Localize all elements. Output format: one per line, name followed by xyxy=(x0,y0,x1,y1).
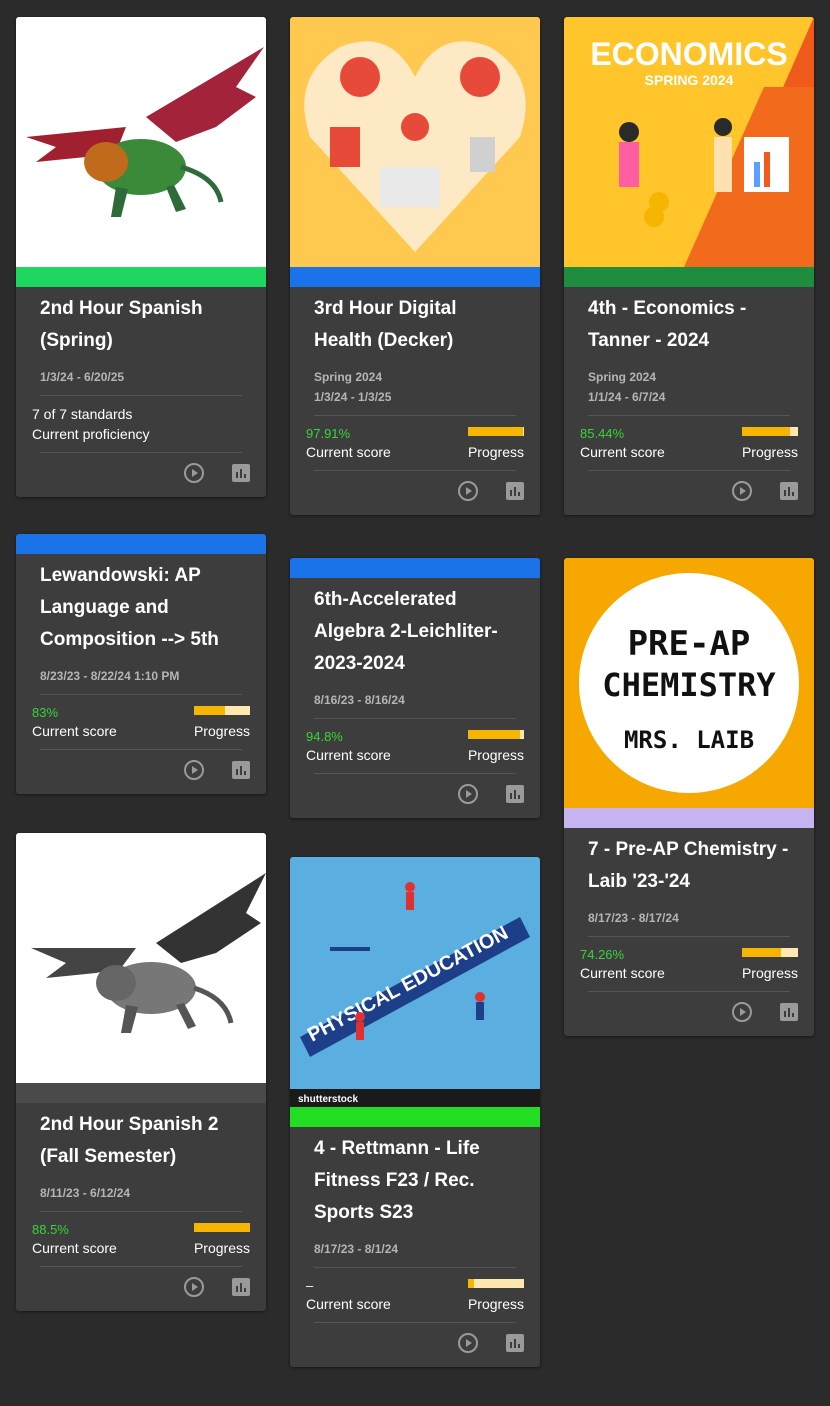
current-score-label: Current score xyxy=(306,1296,391,1312)
current-score-label: Current score xyxy=(306,747,391,763)
color-band xyxy=(16,1083,266,1103)
proficiency-label: Current proficiency xyxy=(32,426,150,442)
color-band xyxy=(16,267,266,287)
bar-chart-icon[interactable] xyxy=(232,761,250,779)
play-icon[interactable] xyxy=(732,481,752,501)
color-band xyxy=(564,267,814,287)
course-dates: 8/17/23 - 8/17/24 xyxy=(588,911,679,925)
progress-bar xyxy=(468,730,524,739)
course-image xyxy=(16,833,266,1083)
progress-bar xyxy=(194,706,250,715)
progress-label: Progress xyxy=(741,965,798,981)
current-score-value: 94.8% xyxy=(306,729,343,744)
bar-chart-icon[interactable] xyxy=(506,482,524,500)
progress-label: Progress xyxy=(467,747,524,763)
progress-label: Progress xyxy=(193,1240,250,1256)
current-score-label: Current score xyxy=(32,723,117,739)
course-card[interactable]: Lewandowski: AP Language and Composition… xyxy=(16,534,266,794)
course-term: Spring 2024 xyxy=(588,370,657,384)
image-text: PHYSICAL EDUCATION xyxy=(304,922,512,1046)
current-score-value: 97.91% xyxy=(306,426,351,441)
current-score-value: 74.26% xyxy=(580,947,625,962)
color-band xyxy=(290,267,540,287)
course-card[interactable]: PHYSICAL EDUCATION shutterstock 4 - Rett… xyxy=(290,857,540,1367)
course-image xyxy=(16,17,266,267)
bar-chart-icon[interactable] xyxy=(506,785,524,803)
image-credit: shutterstock xyxy=(298,1094,358,1105)
color-band xyxy=(16,534,266,554)
course-dates: 8/23/23 - 8/22/24 1:10 PM xyxy=(40,669,180,683)
play-icon[interactable] xyxy=(458,481,478,501)
course-dates: 1/3/24 - 1/3/25 xyxy=(314,390,392,404)
current-score-label: Current score xyxy=(580,444,665,460)
course-card[interactable]: 2nd Hour Spanish (Spring) 1/3/24 - 6/20/… xyxy=(16,17,266,497)
progress-label: Progress xyxy=(467,1296,524,1312)
image-line-2: CHEMISTRY xyxy=(602,666,776,704)
play-icon[interactable] xyxy=(458,784,478,804)
course-title[interactable]: 6th-Accelerated Algebra 2-Leichliter-202… xyxy=(306,580,524,680)
bar-chart-icon[interactable] xyxy=(232,1278,250,1296)
play-icon[interactable] xyxy=(184,463,204,483)
course-card[interactable]: 2nd Hour Spanish 2 (Fall Semester) 8/11/… xyxy=(16,833,266,1311)
current-score-value: – xyxy=(306,1278,314,1293)
progress-bar xyxy=(468,1279,524,1288)
course-title[interactable]: 4 - Rettmann - Life Fitness F23 / Rec. S… xyxy=(306,1129,524,1229)
progress-bar xyxy=(742,427,798,436)
course-card[interactable]: 6th-Accelerated Algebra 2-Leichliter-202… xyxy=(290,558,540,818)
course-dates: 1/1/24 - 6/7/24 xyxy=(588,390,666,404)
course-dates: 8/11/23 - 6/12/24 xyxy=(40,1186,131,1200)
course-card[interactable]: PRE-AP CHEMISTRY MRS. LAIB 7 - Pre-AP Ch… xyxy=(564,558,814,1036)
color-band xyxy=(290,1107,540,1127)
course-card[interactable]: 3rd Hour Digital Health (Decker) Spring … xyxy=(290,17,540,515)
play-icon[interactable] xyxy=(184,1277,204,1297)
course-title[interactable]: 4th - Economics - Tanner - 2024 xyxy=(580,289,798,357)
course-title[interactable]: 2nd Hour Spanish (Spring) xyxy=(32,289,250,357)
current-score-label: Current score xyxy=(32,1240,117,1256)
progress-bar xyxy=(742,948,798,957)
image-line-1: PRE-AP xyxy=(628,624,751,664)
image-subheading: SPRING 2024 xyxy=(645,72,734,88)
play-icon[interactable] xyxy=(458,1333,478,1353)
bar-chart-icon[interactable] xyxy=(780,1003,798,1021)
progress-bar xyxy=(468,427,524,436)
color-band xyxy=(290,558,540,578)
current-score-label: Current score xyxy=(580,965,665,981)
color-band xyxy=(564,808,814,828)
image-heading: ECONOMICS xyxy=(590,36,787,72)
bar-chart-icon[interactable] xyxy=(506,1334,524,1352)
course-term: Spring 2024 xyxy=(314,370,383,384)
course-dates: 1/3/24 - 6/20/25 xyxy=(40,370,125,384)
play-icon[interactable] xyxy=(732,1002,752,1022)
current-score-value: 83% xyxy=(32,705,59,720)
current-score-value: 88.5% xyxy=(32,1222,69,1237)
course-image: ECONOMICS SPRING 2024 xyxy=(564,17,814,267)
course-image xyxy=(290,17,540,267)
course-dates: 8/16/23 - 8/16/24 xyxy=(314,693,405,707)
progress-bar xyxy=(194,1223,250,1232)
course-image: PRE-AP CHEMISTRY MRS. LAIB xyxy=(564,558,814,808)
image-line-3: MRS. LAIB xyxy=(624,726,754,754)
progress-label: Progress xyxy=(193,723,250,739)
current-score-value: 85.44% xyxy=(580,426,625,441)
course-image: PHYSICAL EDUCATION shutterstock xyxy=(290,857,540,1107)
course-title[interactable]: 7 - Pre-AP Chemistry - Laib '23-'24 xyxy=(580,830,798,898)
bar-chart-icon[interactable] xyxy=(232,464,250,482)
course-title[interactable]: 2nd Hour Spanish 2 (Fall Semester) xyxy=(32,1105,250,1173)
course-card[interactable]: ECONOMICS SPRING 2024 4th - Economics - … xyxy=(564,17,814,515)
play-icon[interactable] xyxy=(184,760,204,780)
bar-chart-icon[interactable] xyxy=(780,482,798,500)
standards-count: 7 of 7 standards xyxy=(32,406,133,422)
progress-label: Progress xyxy=(741,444,798,460)
current-score-label: Current score xyxy=(306,444,391,460)
course-title[interactable]: 3rd Hour Digital Health (Decker) xyxy=(306,289,524,357)
course-title[interactable]: Lewandowski: AP Language and Composition… xyxy=(32,556,250,656)
progress-label: Progress xyxy=(467,444,524,460)
course-dates: 8/17/23 - 8/1/24 xyxy=(314,1242,399,1256)
